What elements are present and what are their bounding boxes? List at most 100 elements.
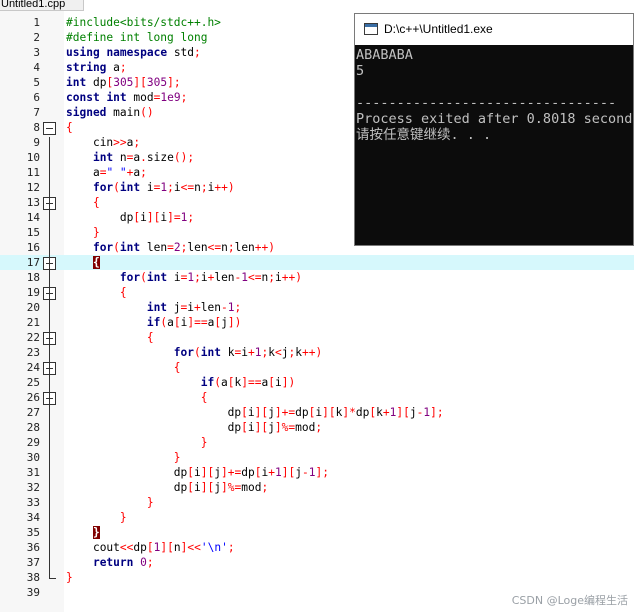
line-number: 30 xyxy=(26,451,40,464)
code-text: { xyxy=(173,361,181,374)
fold-minus-icon[interactable] xyxy=(43,122,56,135)
line-number: 38 xyxy=(26,571,40,584)
code-text: { xyxy=(92,256,100,269)
console-line: Process exited after 0.8018 seconds xyxy=(356,111,634,127)
code-line[interactable]: 38} xyxy=(0,570,634,585)
fold-tree-end xyxy=(49,578,56,579)
line-number: 36 xyxy=(26,541,40,554)
line-number: 34 xyxy=(26,511,40,524)
code-text: for(int i=1;i<=n;i++) xyxy=(92,181,235,194)
code-text: a=" "+a; xyxy=(92,166,147,179)
code-text: using namespace std; xyxy=(66,46,201,59)
code-line[interactable]: 30 } xyxy=(0,450,634,465)
code-line[interactable]: 33 } xyxy=(0,495,634,510)
line-number: 7 xyxy=(33,106,40,119)
code-line[interactable]: 20 int j=i+len-1; xyxy=(0,300,634,315)
line-number: 6 xyxy=(33,91,40,104)
line-number: 21 xyxy=(26,316,40,329)
line-number: 4 xyxy=(33,61,40,74)
line-number: 32 xyxy=(26,481,40,494)
line-number: 5 xyxy=(33,76,40,89)
line-number: 15 xyxy=(26,226,40,239)
watermark: CSDN @Loge编程生活 xyxy=(511,594,628,607)
code-text: } xyxy=(146,496,154,509)
line-number: 25 xyxy=(26,376,40,389)
console-output: ABABABA 5 --------------------------------… xyxy=(355,45,634,245)
code-text: } xyxy=(66,571,73,584)
line-number: 17 xyxy=(26,256,40,269)
line-number: 27 xyxy=(26,406,40,419)
code-line[interactable]: 37 return 0; xyxy=(0,555,634,570)
code-line[interactable]: 32 dp[i][j]%=mod; xyxy=(0,480,634,495)
console-line: 请按任意键继续. . . xyxy=(356,127,492,143)
line-number: 29 xyxy=(26,436,40,449)
line-number: 11 xyxy=(26,166,40,179)
code-text: return 0; xyxy=(92,556,154,569)
code-line[interactable]: 35 } xyxy=(0,525,634,540)
console-line: -------------------------------- xyxy=(356,95,617,111)
code-text: #define int long long xyxy=(66,31,208,44)
code-line[interactable]: 36 cout<<dp[1][n]<<'\n'; xyxy=(0,540,634,555)
code-line[interactable]: 23 for(int k=i+1;k<j;k++) xyxy=(0,345,634,360)
code-text: dp[i][j]%=mod; xyxy=(173,481,269,494)
code-text: signed main() xyxy=(66,106,154,119)
console-line: 5 xyxy=(356,63,365,79)
line-number: 9 xyxy=(33,136,40,149)
code-line[interactable]: 28 dp[i][j]%=mod; xyxy=(0,420,634,435)
code-line[interactable]: 31 dp[i][j]+=dp[i+1][j-1]; xyxy=(0,465,634,480)
code-line[interactable]: 17 { xyxy=(0,255,634,270)
code-text: #include<bits/stdc++.h> xyxy=(66,16,221,29)
code-text: for(int i=1;i+len-1<=n;i++) xyxy=(119,271,303,284)
code-line[interactable]: 19 { xyxy=(0,285,634,300)
console-line: ABABABA xyxy=(356,47,413,63)
code-text: dp[i][i]=1; xyxy=(119,211,195,224)
line-number: 28 xyxy=(26,421,40,434)
line-number: 22 xyxy=(26,331,40,344)
code-line[interactable]: 29 } xyxy=(0,435,634,450)
line-number: 33 xyxy=(26,496,40,509)
code-text: { xyxy=(66,121,73,134)
file-tab[interactable]: Untitled1.cpp xyxy=(0,0,84,11)
code-text: { xyxy=(92,196,100,209)
line-number: 12 xyxy=(26,181,40,194)
console-window[interactable]: D:\c++\Untitled1.exe ABABABA 5 -----------… xyxy=(354,13,634,246)
code-text: int dp[305][305]; xyxy=(66,76,181,89)
code-text: } xyxy=(92,526,100,539)
line-number: 8 xyxy=(33,121,40,134)
line-number: 19 xyxy=(26,286,40,299)
code-line[interactable]: 18 for(int i=1;i+len-1<=n;i++) xyxy=(0,270,634,285)
line-number: 24 xyxy=(26,361,40,374)
code-line[interactable]: 25 if(a[k]==a[i]) xyxy=(0,375,634,390)
line-number: 39 xyxy=(26,586,40,599)
line-number: 18 xyxy=(26,271,40,284)
line-number: 3 xyxy=(33,46,40,59)
console-title: D:\c++\Untitled1.exe xyxy=(384,22,493,36)
line-number: 16 xyxy=(26,241,40,254)
code-text: cout<<dp[1][n]<<'\n'; xyxy=(92,541,235,554)
line-number: 31 xyxy=(26,466,40,479)
code-text: } xyxy=(119,511,127,524)
code-text: { xyxy=(146,331,154,344)
line-number: 20 xyxy=(26,301,40,314)
code-line[interactable]: 21 if(a[i]==a[j]) xyxy=(0,315,634,330)
line-number: 35 xyxy=(26,526,40,539)
code-text: for(int k=i+1;k<j;k++) xyxy=(173,346,323,359)
code-text: } xyxy=(173,451,181,464)
code-text: if(a[k]==a[i]) xyxy=(200,376,296,389)
code-line[interactable]: 22 { xyxy=(0,330,634,345)
code-text: if(a[i]==a[j]) xyxy=(146,316,242,329)
code-text: dp[i][j]%=mod; xyxy=(227,421,323,434)
line-number: 13 xyxy=(26,196,40,209)
code-line[interactable]: 26 { xyxy=(0,390,634,405)
fold-tree-line xyxy=(49,137,50,579)
code-text: const int mod=1e9; xyxy=(66,91,188,104)
code-line[interactable]: 27 dp[i][j]+=dp[i][k]*dp[k+1][j-1]; xyxy=(0,405,634,420)
console-titlebar[interactable]: D:\c++\Untitled1.exe xyxy=(355,14,633,45)
code-text: int j=i+len-1; xyxy=(146,301,242,314)
line-number: 26 xyxy=(26,391,40,404)
code-line[interactable]: 24 { xyxy=(0,360,634,375)
line-number: 1 xyxy=(33,16,40,29)
code-text: cin>>a; xyxy=(92,136,141,149)
code-line[interactable]: 34 } xyxy=(0,510,634,525)
console-app-icon xyxy=(364,23,378,35)
